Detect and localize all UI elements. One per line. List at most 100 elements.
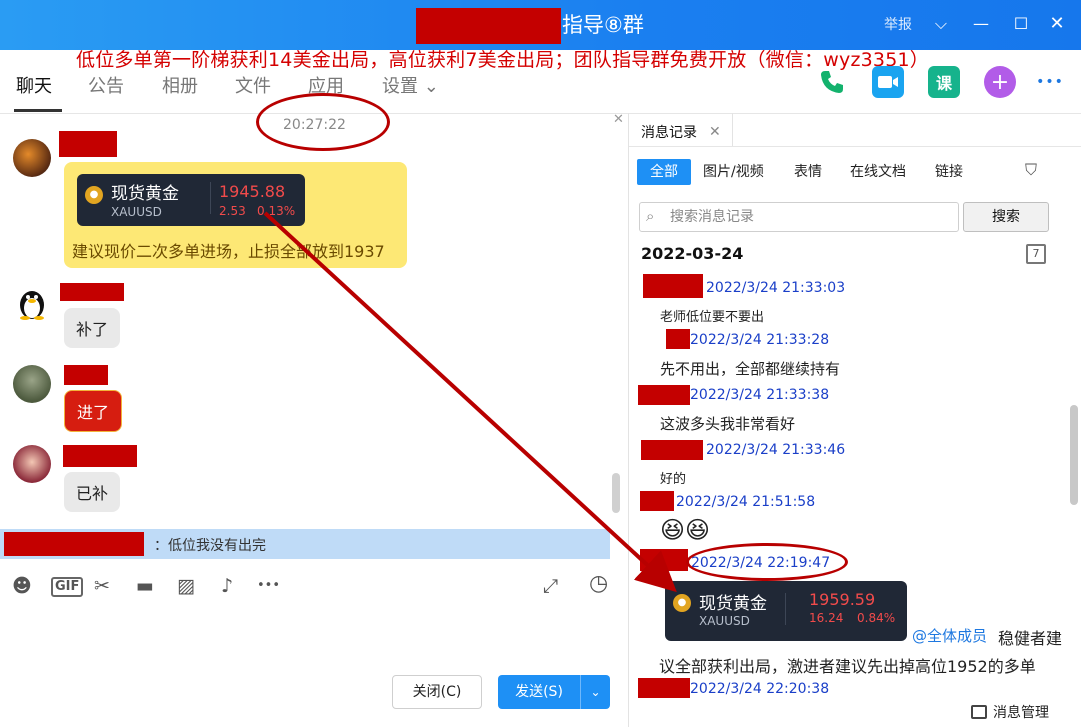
close-button[interactable]: 关闭(C) — [392, 675, 482, 709]
bell-icon[interactable]: ♪ — [221, 576, 233, 596]
minimize-icon[interactable]: — — [970, 13, 992, 35]
maximize-icon[interactable]: ☐ — [1010, 13, 1032, 35]
image-icon[interactable]: ▨ — [177, 576, 195, 596]
instrument-name: 现货黄金 — [699, 594, 767, 614]
tab-divider — [732, 113, 733, 147]
gold-quote-card[interactable]: ● 现货黄金 XAUUSD 1945.88 2.53 0.13% — [77, 174, 305, 226]
gold-note-text: 建议现价二次多单进场，止损全部放到1937 — [72, 242, 385, 261]
record-text: 稳健者建 — [998, 629, 1063, 648]
filter-stickers[interactable]: 表情 — [794, 159, 822, 185]
history-scrollbar[interactable] — [1070, 405, 1078, 505]
tab-files[interactable]: 文件 — [235, 75, 271, 99]
price-change-pct: 0.84% — [857, 611, 896, 625]
price-change: 16.24 — [809, 611, 844, 625]
emoji-icon[interactable]: ☻ — [12, 576, 32, 596]
tab-chat[interactable]: 聊天 — [16, 75, 52, 99]
history-search-input[interactable] — [670, 207, 950, 227]
avatar[interactable] — [13, 445, 51, 483]
filter-media[interactable]: 图片/视频 — [703, 159, 764, 185]
redacted-username — [638, 385, 690, 405]
price-change: 2.53 — [219, 204, 246, 218]
send-options-chevron-icon[interactable]: ⌄ — [580, 675, 610, 709]
redacted-username — [64, 365, 108, 385]
scissors-icon[interactable]: ✂ — [94, 576, 110, 596]
expand-icon[interactable]: ⤢ — [543, 576, 558, 596]
annotation-ellipse — [686, 543, 848, 581]
record-text: 先不用出，全部都继续持有 — [660, 360, 841, 378]
send-button[interactable]: 发送(S) — [498, 675, 580, 709]
window-title: 指导⑧群 — [562, 13, 644, 37]
redacted-username — [60, 283, 124, 301]
avatar[interactable] — [13, 365, 51, 403]
search-button[interactable]: 搜索 — [963, 202, 1049, 232]
record-time: 2022/3/24 21:33:28 — [690, 332, 830, 348]
more-tools-icon[interactable]: ••• — [257, 576, 280, 596]
emoji-sticker: 😆😆 — [660, 516, 711, 544]
input-toolbar: ☻ GIF ✂ ▬ ▨ ♪ ••• ⤢ ◷ — [0, 566, 628, 606]
redacted-username — [59, 131, 117, 157]
qq-penguin-avatar[interactable] — [13, 283, 51, 321]
more-icon[interactable]: ••• — [1034, 66, 1066, 98]
redacted-username — [640, 491, 674, 511]
instrument-price: 1945.88 — [219, 182, 286, 201]
instrument-name: 现货黄金 — [111, 184, 179, 204]
chevron-down-icon[interactable]: ⌵ — [930, 13, 952, 35]
record-text: 好的 — [660, 472, 687, 487]
card-separator — [785, 593, 786, 625]
history-search-field[interactable]: ⌕ — [639, 202, 959, 232]
avatar[interactable] — [13, 139, 51, 177]
card-separator — [210, 182, 211, 214]
message-bubble: 补了 — [64, 308, 121, 348]
instrument-symbol: XAUUSD — [699, 614, 750, 628]
course-icon[interactable]: 课 — [928, 66, 960, 98]
video-icon[interactable] — [872, 66, 904, 98]
quote-text: ：低位我没有出完 — [154, 538, 266, 554]
promo-banner-text: 低位多单第一阶梯获利14美金出局，高位获利7美金出局；团队指导群免费开放（微信：… — [76, 49, 929, 71]
redacted-username — [641, 440, 703, 460]
tab-settings[interactable]: 设置 ⌄ — [382, 75, 439, 99]
redacted-username — [638, 678, 690, 698]
message-manage-icon — [971, 705, 987, 719]
active-tab-indicator — [14, 109, 62, 112]
redacted-username — [4, 532, 144, 556]
close-icon[interactable]: ✕ — [1046, 13, 1068, 35]
redacted-username — [666, 329, 690, 349]
history-tab-divider — [629, 146, 1081, 147]
redacted-username — [640, 549, 688, 571]
filter-links[interactable]: 链接 — [935, 159, 963, 185]
coin-icon: ● — [85, 186, 103, 204]
filter-docs[interactable]: 在线文档 — [850, 159, 906, 185]
record-text: 议全部获利出局，激进者建议先出掉高位1952的多单 — [659, 657, 1036, 676]
filter-all[interactable]: 全部 — [637, 159, 691, 185]
record-text: 老师低位要不要出 — [660, 310, 765, 325]
chat-scrollbar[interactable] — [612, 473, 620, 513]
gold-quote-card[interactable]: ● 现货黄金 XAUUSD 1959.59 16.24 0.84% — [665, 581, 907, 641]
record-text: 这波多头我非常看好 — [660, 415, 796, 433]
filter-icon[interactable]: ⛉ — [1025, 160, 1037, 180]
message-bubble: 已补 — [64, 472, 121, 512]
close-history-icon[interactable]: ✕ — [709, 124, 721, 140]
phone-icon[interactable] — [816, 66, 848, 98]
message-management-button[interactable]: 消息管理 — [971, 702, 1049, 722]
history-date: 2022-03-24 — [641, 244, 744, 263]
coin-icon: ● — [673, 594, 691, 612]
report-button[interactable]: 举报 — [884, 14, 912, 34]
record-time: 2022/3/24 21:33:46 — [706, 442, 846, 458]
redacted-username — [643, 274, 703, 298]
message-manage-label: 消息管理 — [993, 705, 1049, 721]
close-pin-icon[interactable]: ✕ — [613, 112, 624, 127]
tab-message-history[interactable]: 消息记录 — [641, 122, 697, 142]
header-divider — [0, 113, 1081, 114]
history-clock-icon[interactable]: ◷ — [589, 573, 608, 595]
plus-icon[interactable]: + — [984, 66, 1016, 98]
mention-all-link[interactable]: @全体成员 — [912, 625, 987, 646]
folder-icon[interactable]: ▬ — [136, 576, 154, 596]
search-icon: ⌕ — [646, 207, 655, 225]
panel-divider — [628, 113, 629, 727]
tab-announcements[interactable]: 公告 — [88, 75, 124, 99]
record-time: 2022/3/24 21:33:03 — [706, 280, 846, 296]
gif-icon[interactable]: GIF — [51, 577, 84, 597]
record-time: 2022/3/24 21:51:58 — [676, 494, 816, 510]
tab-album[interactable]: 相册 — [162, 75, 198, 99]
calendar-icon[interactable]: 7 — [1026, 244, 1046, 264]
